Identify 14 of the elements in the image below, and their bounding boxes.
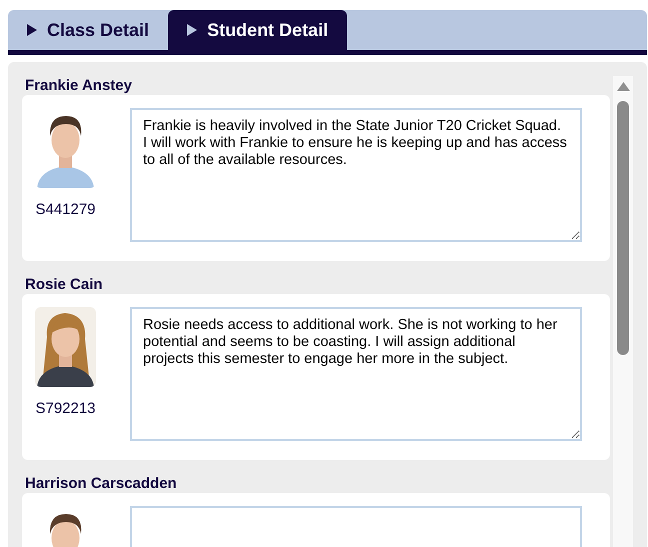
triangle-icon xyxy=(27,24,37,36)
tab[interactable]: Class Detail xyxy=(8,10,168,50)
student-id: S792213 xyxy=(35,400,96,418)
comment-field[interactable]: Frankie is heavily involved in the State Junior T20 Cricket Squad. I will work with Frankie to ensure he is keeping up and has access to all of the available resources. xyxy=(130,108,582,242)
scrollbar[interactable] xyxy=(613,76,633,547)
student-name: Harrison Carscadden xyxy=(24,474,177,493)
comment-field[interactable]: Rosie needs access to additional work. She is not working to her potential and seems to be coasting. I will assign additional projects this semester to engage her more in the subject. xyxy=(130,307,582,441)
scroll-up-icon[interactable] xyxy=(616,82,630,91)
scrollbar-thumb[interactable] xyxy=(617,101,629,355)
tab[interactable]: Student Detail xyxy=(168,10,348,50)
student-name: Frankie Anstey xyxy=(24,76,132,95)
triangle-icon xyxy=(187,24,198,36)
student-name: Rosie Cain xyxy=(24,275,103,294)
student-id: S441279 xyxy=(35,201,96,219)
